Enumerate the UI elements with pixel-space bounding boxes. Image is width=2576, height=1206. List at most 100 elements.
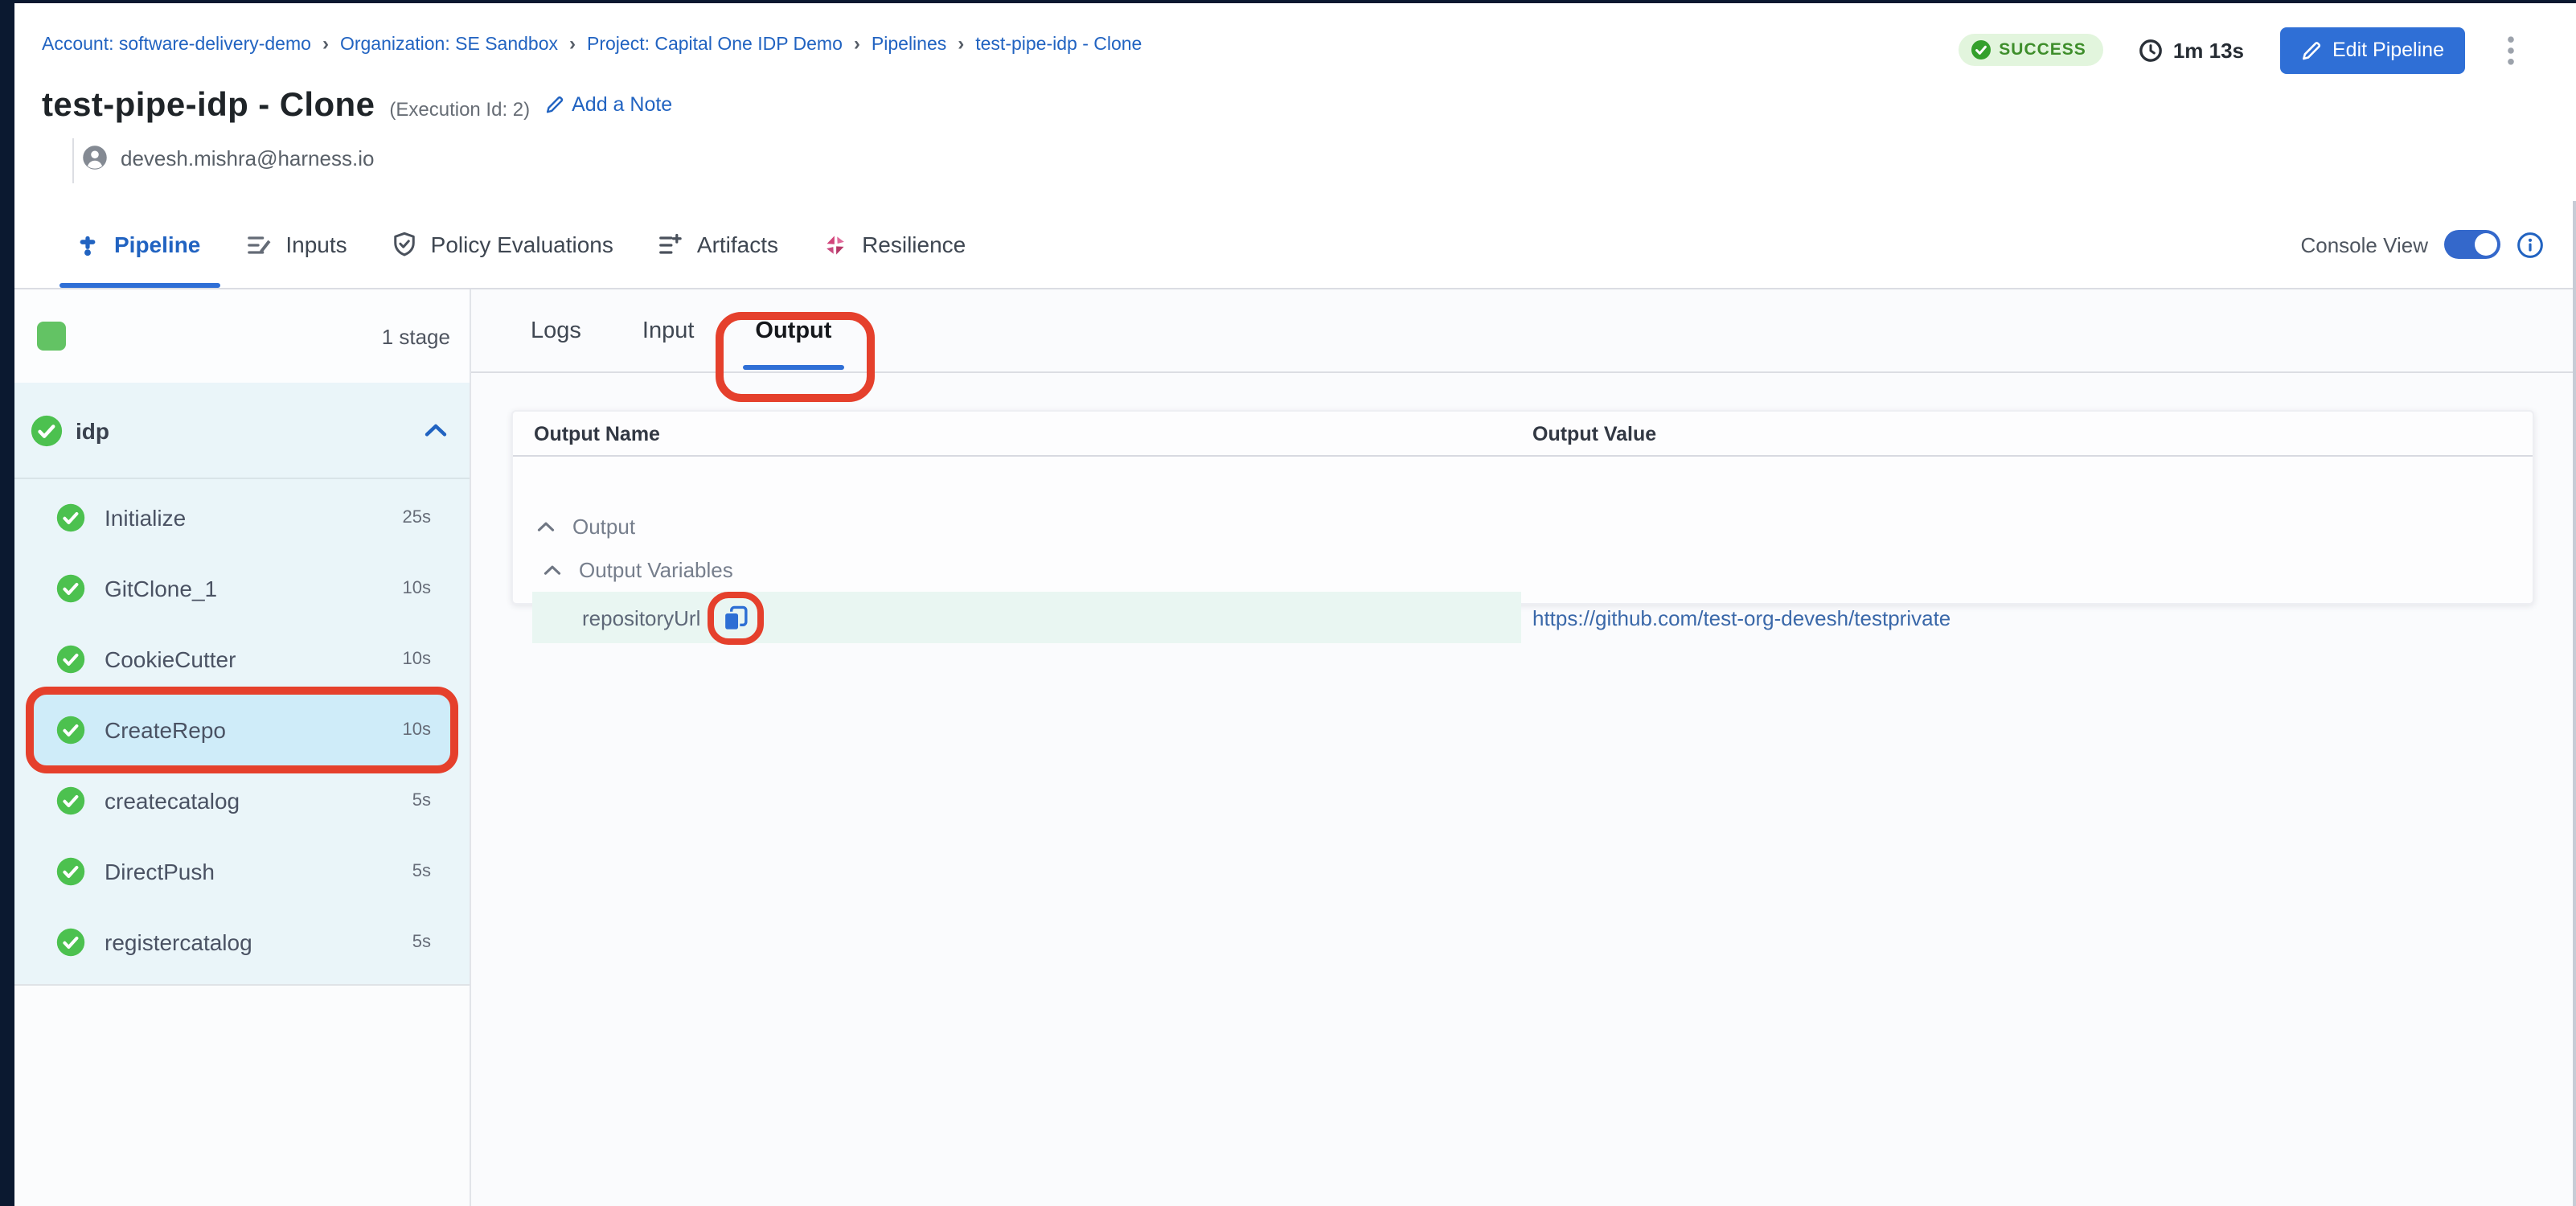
breadcrumb-project[interactable]: Project: Capital One IDP Demo	[587, 35, 843, 55]
page-scrollbar[interactable]	[2573, 201, 2576, 1206]
shield-check-icon	[392, 232, 416, 257]
breadcrumb-separator: ›	[958, 32, 964, 55]
step-duration: 5s	[412, 933, 431, 952]
execution-header: Account: software-delivery-demo › Organi…	[14, 3, 2576, 203]
breadcrumb-separator: ›	[569, 32, 576, 55]
breadcrumb-account[interactable]: Account: software-delivery-demo	[42, 35, 311, 55]
tab-label: Artifacts	[697, 232, 778, 257]
step-row-cookiecutter[interactable]: CookieCutter 10s	[34, 624, 450, 695]
step-row-gitclone[interactable]: GitClone_1 10s	[34, 553, 450, 624]
tab-pipeline[interactable]: Pipeline	[63, 201, 223, 288]
tab-inputs[interactable]: Inputs	[223, 201, 369, 288]
execution-duration: 1m 13s	[2139, 38, 2244, 62]
success-check-icon	[31, 414, 63, 446]
step-duration: 5s	[412, 862, 431, 881]
copy-icon	[721, 604, 749, 631]
info-icon[interactable]	[2517, 231, 2544, 258]
subtab-label: Input	[642, 318, 695, 343]
page-title: test-pipe-idp - Clone	[42, 87, 375, 125]
step-row-createcatalog[interactable]: createcatalog 5s	[34, 765, 450, 836]
user-email: devesh.mishra@harness.io	[121, 146, 374, 170]
step-name: GitClone_1	[105, 576, 217, 601]
pencil-icon	[544, 95, 564, 114]
breadcrumb-separator: ›	[854, 32, 860, 55]
tab-label: Policy Evaluations	[431, 232, 613, 257]
step-duration: 10s	[403, 650, 432, 669]
execution-tabs: Pipeline Inputs Policy Evaluations Artif…	[14, 201, 2576, 289]
chevron-up-icon	[544, 564, 561, 576]
success-check-icon	[56, 645, 85, 674]
tab-resilience[interactable]: Resilience	[801, 201, 988, 288]
window-top-border	[0, 0, 2576, 3]
step-name: DirectPush	[105, 859, 215, 884]
breadcrumb-organization[interactable]: Organization: SE Sandbox	[340, 35, 558, 55]
edit-pipeline-button[interactable]: Edit Pipeline	[2279, 27, 2465, 73]
copy-button[interactable]	[721, 604, 749, 631]
breadcrumb-pipelines[interactable]: Pipelines	[872, 35, 946, 55]
group-row-output-variables[interactable]: Output Variables	[544, 558, 733, 582]
step-row-registercatalog[interactable]: registercatalog 5s	[34, 907, 450, 978]
subtab-input[interactable]: Input	[623, 289, 714, 371]
status-badge: SUCCESS	[1959, 34, 2104, 66]
clock-icon	[2139, 38, 2164, 62]
tab-artifacts[interactable]: Artifacts	[636, 201, 801, 288]
inputs-icon	[245, 232, 271, 256]
tab-label: Resilience	[862, 232, 966, 257]
step-duration: 25s	[403, 508, 432, 527]
chevron-up-icon	[537, 521, 555, 532]
status-badge-label: SUCCESS	[1999, 40, 2086, 59]
stage-section: idp Initialize 25s GitClone_1 10s	[14, 383, 470, 986]
execution-id: (Execution Id: 2)	[389, 98, 530, 121]
success-check-icon	[56, 857, 85, 886]
success-check-icon	[1971, 40, 1991, 59]
console-view-toggle[interactable]	[2444, 230, 2500, 259]
step-row-initialize[interactable]: Initialize 25s	[34, 482, 450, 553]
step-name: createcatalog	[105, 788, 240, 814]
breadcrumb-execution[interactable]: test-pipe-idp - Clone	[975, 35, 1142, 55]
step-duration: 10s	[403, 579, 432, 598]
group-label: Output Variables	[579, 558, 733, 582]
stage-sidebar: 1 stage idp Initialize 25s	[14, 289, 471, 1206]
variable-value-link[interactable]: https://github.com/test-org-devesh/testp…	[1532, 592, 1950, 643]
more-options-kebab-icon[interactable]	[2500, 31, 2521, 68]
author-row: devesh.mishra@harness.io	[82, 145, 374, 170]
success-check-icon	[56, 786, 85, 815]
console-view-control: Console View	[2300, 201, 2544, 288]
artifacts-list-icon	[658, 232, 683, 256]
add-note-link[interactable]: Add a Note	[544, 93, 672, 116]
step-name: registercatalog	[105, 929, 252, 955]
stage-count: 1 stage	[382, 289, 450, 383]
avatar-icon	[82, 145, 108, 170]
stage-summary-header: 1 stage	[14, 289, 470, 384]
tab-policy-evaluations[interactable]: Policy Evaluations	[370, 201, 636, 288]
step-list: Initialize 25s GitClone_1 10s CookieCutt…	[14, 479, 470, 978]
step-duration: 5s	[412, 791, 431, 810]
execution-actions: SUCCESS 1m 13s Edit Pipeline	[1959, 26, 2521, 74]
stage-name: idp	[76, 417, 109, 443]
pipeline-execution-page: Account: software-delivery-demo › Organi…	[0, 0, 2576, 1206]
variable-name: repositoryUrl	[582, 605, 700, 630]
success-check-icon	[56, 716, 85, 745]
step-name: CreateRepo	[105, 717, 226, 743]
stage-row-idp[interactable]: idp	[14, 383, 470, 479]
console-view-label: Console View	[2300, 232, 2428, 256]
step-row-directpush[interactable]: DirectPush 5s	[34, 836, 450, 907]
output-table-body: Output Output Variables repositoryUrl ht…	[513, 457, 2533, 605]
column-header-output-name: Output Name	[513, 422, 1521, 445]
breadcrumb: Account: software-delivery-demo › Organi…	[42, 34, 1142, 56]
pencil-icon	[2300, 39, 2321, 60]
tab-label: Pipeline	[114, 232, 200, 257]
step-row-createrepo-selected[interactable]: CreateRepo 10s	[34, 695, 450, 765]
step-detail-panel: Logs Input Output Output Name Output Val…	[471, 289, 2576, 1206]
step-detail-tabs: Logs Input Output	[471, 289, 2576, 373]
title-row: test-pipe-idp - Clone (Execution Id: 2) …	[42, 87, 672, 125]
chevron-up-icon[interactable]	[425, 423, 447, 437]
subtab-label: Logs	[531, 318, 581, 343]
subtab-logs[interactable]: Logs	[511, 289, 601, 371]
group-row-output[interactable]: Output	[537, 515, 635, 539]
output-table-header: Output Name Output Value	[513, 412, 2533, 457]
subtab-output-selected[interactable]: Output	[736, 289, 851, 371]
step-name: Initialize	[105, 505, 186, 531]
collapsed-nav-rail	[0, 0, 14, 1206]
resilience-icon	[823, 232, 847, 256]
